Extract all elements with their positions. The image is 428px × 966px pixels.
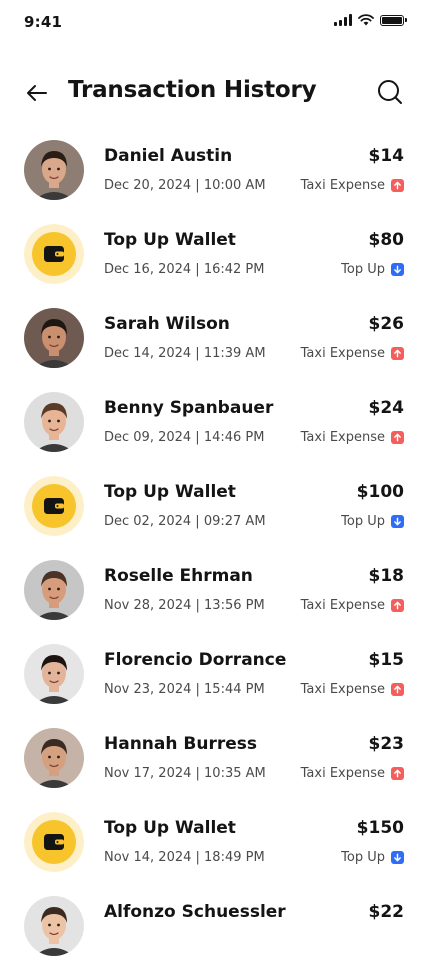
wallet-avatar <box>24 812 84 872</box>
arrow-up-icon <box>391 767 404 780</box>
transaction-type: Taxi Expense <box>301 178 404 193</box>
transaction-name: Roselle Ehrman <box>104 566 253 586</box>
transaction-name: Benny Spanbauer <box>104 398 274 418</box>
status-bar: 9:41 <box>0 0 428 44</box>
transaction-type-label: Taxi Expense <box>300 430 385 445</box>
back-button[interactable] <box>24 80 50 106</box>
wallet-icon <box>24 224 84 284</box>
transaction-type-label: Top Up <box>341 850 385 865</box>
transaction-amount: $22 <box>368 902 405 922</box>
wallet-avatar <box>24 476 84 536</box>
transaction-amount: $23 <box>368 734 405 754</box>
arrow-up-icon <box>391 599 404 612</box>
avatar <box>24 140 84 200</box>
avatar <box>24 644 84 704</box>
transaction-type: Top Up <box>341 850 404 865</box>
transaction-type-label: Top Up <box>341 262 385 277</box>
transaction-row[interactable]: Daniel Austin $14 Dec 20, 2024 | 10:00 AM T… <box>0 126 428 210</box>
transaction-name: Florencio Dorrance <box>104 650 287 670</box>
transaction-type: Top Up <box>341 262 404 277</box>
transaction-type-label: Taxi Expense <box>300 598 385 613</box>
transaction-datetime: Dec 02, 2024 | 09:27 AM <box>104 514 266 529</box>
transaction-name: Daniel Austin <box>104 146 233 166</box>
arrow-up-icon <box>391 179 404 192</box>
person-photo <box>24 392 84 452</box>
status-time: 9:41 <box>24 13 63 31</box>
transaction-row[interactable]: Top Up Wallet $100 Dec 02, 2024 | 09:27 AM… <box>0 462 428 546</box>
person-photo <box>24 728 84 788</box>
transaction-datetime: Dec 09, 2024 | 14:46 PM <box>104 430 265 445</box>
arrow-left-icon <box>27 85 47 101</box>
arrow-down-icon <box>391 263 404 276</box>
person-photo <box>24 140 84 200</box>
transaction-amount: $14 <box>368 146 405 166</box>
transaction-name: Top Up Wallet <box>104 482 236 502</box>
person-photo <box>24 644 84 704</box>
transaction-type-label: Taxi Expense <box>300 766 385 781</box>
transaction-name: Hannah Burress <box>104 734 257 754</box>
transaction-datetime: Dec 16, 2024 | 16:42 PM <box>104 262 265 277</box>
transaction-type: Taxi Expense <box>301 430 404 445</box>
transaction-row[interactable]: Top Up Wallet $80 Dec 16, 2024 | 16:42 PM T… <box>0 210 428 294</box>
arrow-up-icon <box>391 347 404 360</box>
transaction-datetime: Nov 28, 2024 | 13:56 PM <box>104 598 265 613</box>
search-button[interactable] <box>376 78 404 106</box>
transaction-type: Taxi Expense <box>301 682 404 697</box>
transaction-type-label: Top Up <box>341 514 385 529</box>
status-icons <box>334 14 407 26</box>
transaction-row[interactable]: Florencio Dorrance $15 Nov 23, 2024 | 15:4… <box>0 630 428 714</box>
transaction-type-label: Taxi Expense <box>300 346 385 361</box>
transaction-name: Alfonzo Schuessler <box>104 902 286 922</box>
transaction-datetime: Nov 17, 2024 | 10:35 AM <box>104 766 266 781</box>
avatar <box>24 560 84 620</box>
transaction-row[interactable]: Top Up Wallet $150 Nov 14, 2024 | 18:49 PM… <box>0 798 428 882</box>
transaction-name: Top Up Wallet <box>104 230 236 250</box>
transaction-row[interactable]: Alfonzo Schuessler $22 <box>0 882 428 966</box>
transaction-name: Top Up Wallet <box>104 818 236 838</box>
avatar <box>24 896 84 956</box>
transaction-datetime: Dec 14, 2024 | 11:39 AM <box>104 346 266 361</box>
transaction-amount: $18 <box>368 566 405 586</box>
avatar <box>24 728 84 788</box>
wallet-avatar <box>24 224 84 284</box>
transaction-name: Sarah Wilson <box>104 314 230 334</box>
transaction-type: Taxi Expense <box>301 766 404 781</box>
transaction-datetime: Nov 23, 2024 | 15:44 PM <box>104 682 265 697</box>
search-icon <box>378 80 402 104</box>
transaction-type-label: Taxi Expense <box>300 682 385 697</box>
transaction-type: Taxi Expense <box>301 346 404 361</box>
transaction-amount: $150 <box>356 818 404 838</box>
transaction-amount: $100 <box>356 482 404 502</box>
transaction-type-label: Taxi Expense <box>300 178 385 193</box>
battery-icon <box>380 14 407 26</box>
header: Transaction History <box>0 68 428 118</box>
transaction-row[interactable]: Hannah Burress $23 Nov 17, 2024 | 10:35 AM… <box>0 714 428 798</box>
wifi-icon <box>358 14 374 26</box>
transaction-row[interactable]: Roselle Ehrman $18 Nov 28, 2024 | 13:56 PM… <box>0 546 428 630</box>
transaction-datetime: Dec 20, 2024 | 10:00 AM <box>104 178 266 193</box>
transaction-amount: $15 <box>368 650 405 670</box>
transaction-type: Top Up <box>341 514 404 529</box>
transaction-datetime: Nov 14, 2024 | 18:49 PM <box>104 850 265 865</box>
wallet-icon <box>24 812 84 872</box>
arrow-down-icon <box>391 851 404 864</box>
arrow-up-icon <box>391 683 404 696</box>
transaction-amount: $80 <box>368 230 405 250</box>
avatar <box>24 308 84 368</box>
transaction-row[interactable]: Sarah Wilson $26 Dec 14, 2024 | 11:39 AM Ta… <box>0 294 428 378</box>
person-photo <box>24 896 84 956</box>
wallet-icon <box>24 476 84 536</box>
arrow-down-icon <box>391 515 404 528</box>
person-photo <box>24 560 84 620</box>
page-title: Transaction History <box>68 77 317 103</box>
avatar <box>24 392 84 452</box>
transaction-amount: $24 <box>368 398 405 418</box>
transaction-amount: $26 <box>368 314 405 334</box>
cellular-signal-icon <box>334 14 352 26</box>
transaction-type: Taxi Expense <box>301 598 404 613</box>
arrow-up-icon <box>391 431 404 444</box>
transaction-row[interactable]: Benny Spanbauer $24 Dec 09, 2024 | 14:46 P… <box>0 378 428 462</box>
person-photo <box>24 308 84 368</box>
